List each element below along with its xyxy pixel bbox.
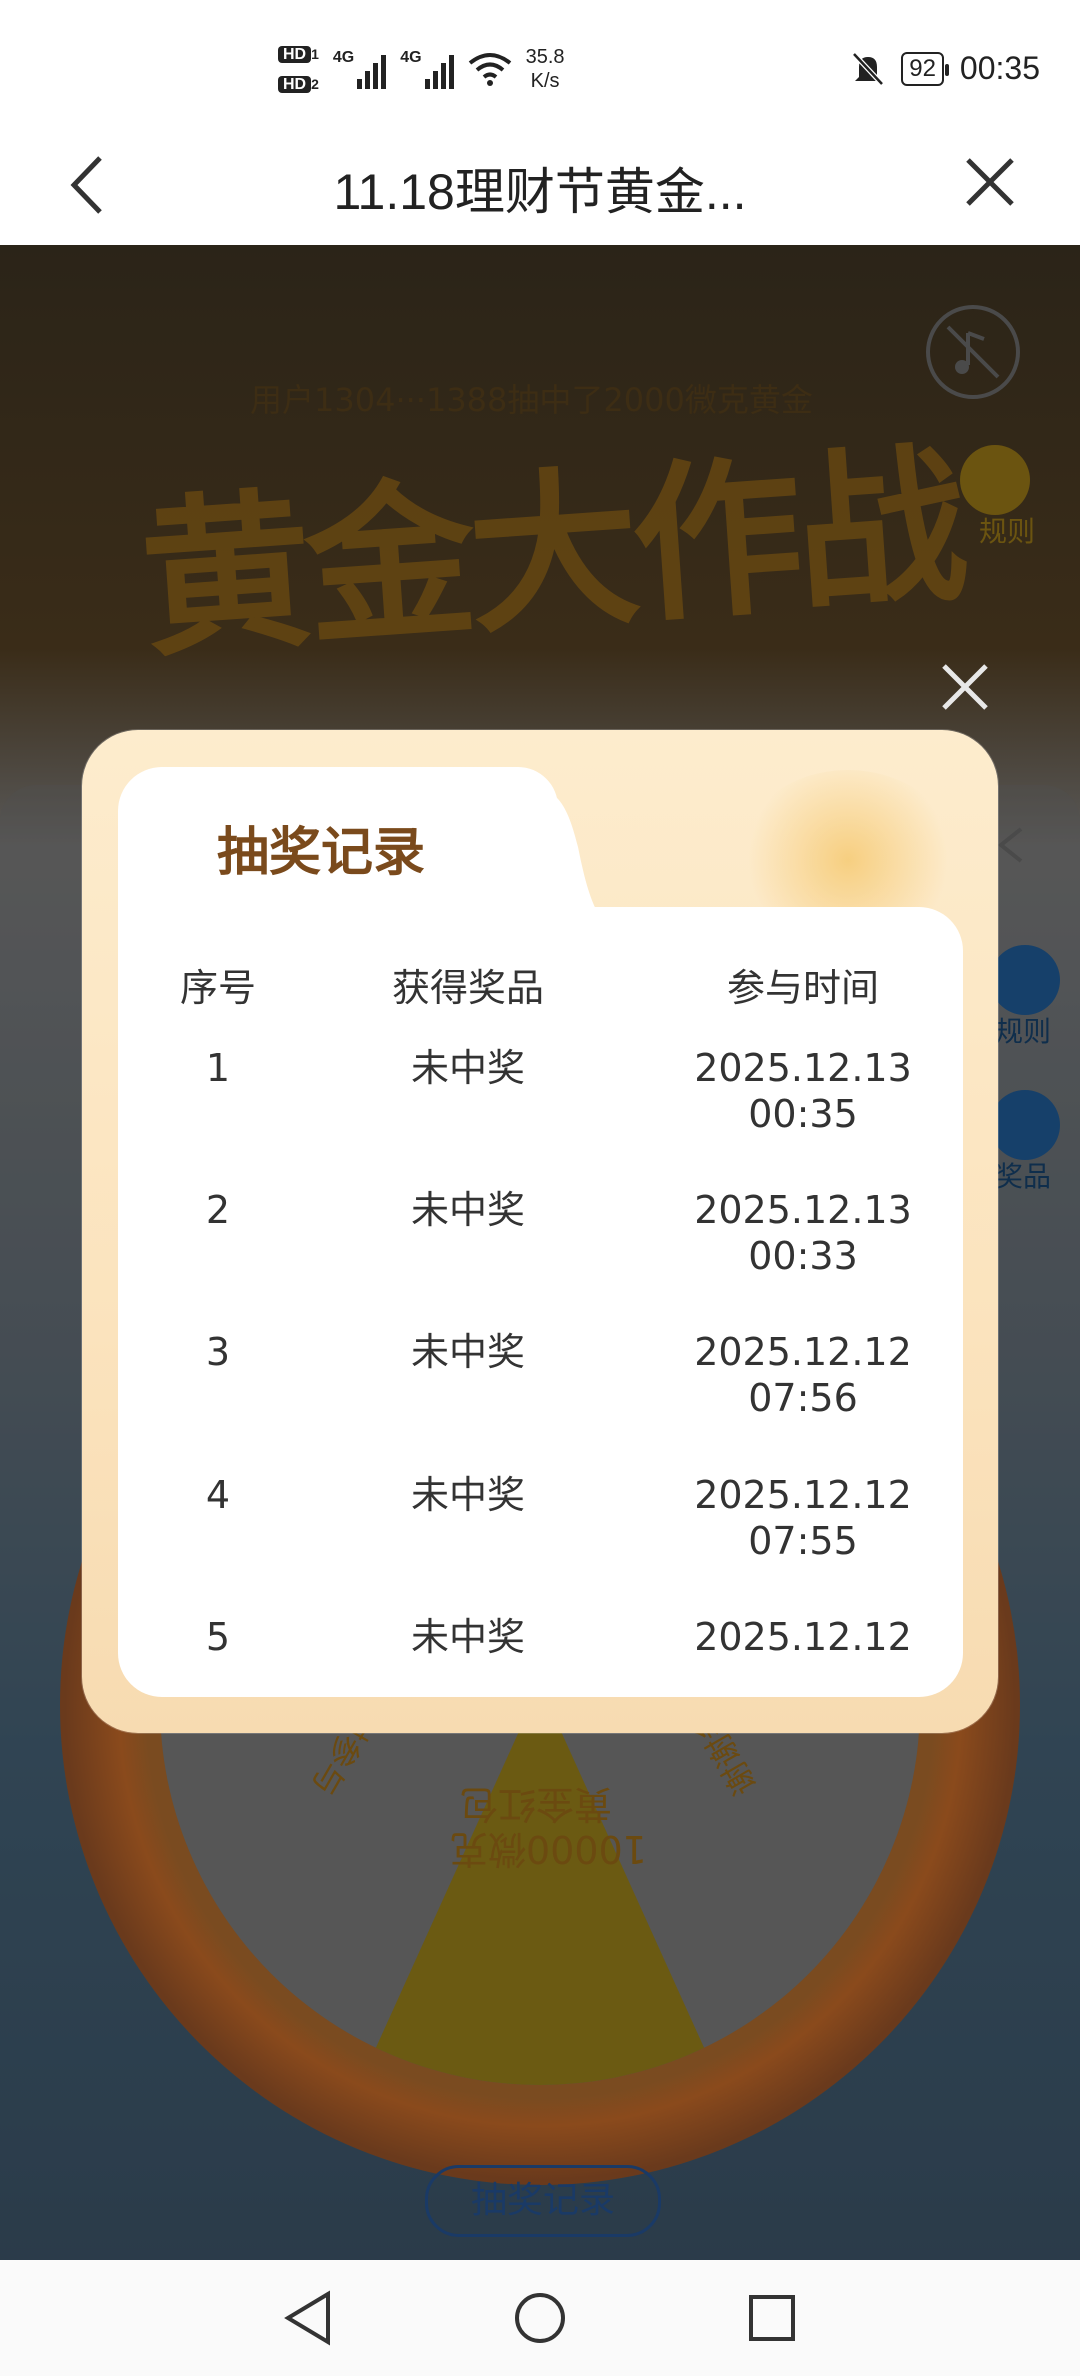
row-index: 2 xyxy=(205,1188,231,1232)
network-speed: 35.8 K/s xyxy=(526,45,565,93)
hd-indicators: HD 1 HD 2 xyxy=(278,42,319,96)
header-time: 参与时间 xyxy=(726,966,879,1010)
status-right: 92 00:35 xyxy=(851,50,1040,87)
hd-badge: HD xyxy=(278,46,312,63)
record-table: 序号 获得奖品 参与时间 1 未中奖 2025.12.13 00:35 2 未中… xyxy=(118,907,963,1697)
gift-icon[interactable] xyxy=(990,1090,1060,1160)
row-index: 1 xyxy=(205,1046,231,1090)
row-prize: 未中奖 xyxy=(410,1046,525,1090)
row-index: 3 xyxy=(205,1330,231,1374)
page-title: 11.18理财节黄金... xyxy=(333,164,747,220)
wheel-wedge-gold xyxy=(350,1685,730,2085)
signal-1-icon: 4G xyxy=(332,49,387,89)
clock: 00:35 xyxy=(959,50,1040,86)
row-index: 5 xyxy=(205,1615,231,1659)
dialog-title: 抽奖记录 xyxy=(217,823,426,883)
status-bar: HD 1 HD 2 4G 4G 35.8 K/s 92 00:35 xyxy=(0,0,1080,130)
close-icon[interactable] xyxy=(960,152,1020,212)
wheel-prize-line2: 黄金红包 xyxy=(460,1782,613,1826)
bell-off-icon xyxy=(852,51,885,86)
row-date: 2025.12.13 xyxy=(694,1188,912,1232)
speed-value: 35.8 xyxy=(525,46,565,68)
row-prize: 未中奖 xyxy=(410,1473,525,1517)
rules-label: 规则 xyxy=(978,515,1035,548)
close-icon[interactable] xyxy=(938,660,992,714)
sim-1-label: 1 xyxy=(311,46,319,62)
row-prize: 未中奖 xyxy=(410,1188,525,1232)
sim-2-label: 2 xyxy=(311,76,319,92)
side-prize-label: 奖品 xyxy=(995,1160,1052,1193)
square-recent-icon[interactable] xyxy=(744,2288,800,2348)
row-index: 4 xyxy=(205,1473,231,1517)
side-rules-label: 规则 xyxy=(995,1015,1052,1048)
music-off-icon[interactable] xyxy=(926,305,1020,399)
row-time: 00:35 xyxy=(748,1092,858,1136)
row-date: 2025.12.12 xyxy=(694,1615,912,1659)
row-prize: 未中奖 xyxy=(410,1330,525,1374)
row-time: 07:56 xyxy=(748,1376,858,1420)
webview-navbar: 11.18理财节黄金... xyxy=(0,130,1080,245)
battery-icon: 92 xyxy=(901,51,949,86)
history-button[interactable]: 抽奖记录 xyxy=(425,2165,661,2237)
hd-1: HD 1 xyxy=(278,42,319,66)
network-type: 4G xyxy=(332,49,355,66)
wifi-icon xyxy=(468,53,511,86)
header-index: 序号 xyxy=(179,966,256,1010)
rules-badge-icon[interactable] xyxy=(960,445,1030,515)
lottery-record-dialog: 抽奖记录 序号 获得奖品 参与时间 1 未中奖 2025.12.13 00:35… xyxy=(82,730,998,1733)
triangle-back-icon[interactable] xyxy=(280,2288,336,2348)
row-prize: 未中奖 xyxy=(410,1615,525,1659)
row-time: 07:55 xyxy=(748,1519,858,1563)
row-date: 2025.12.12 xyxy=(694,1473,912,1517)
header-prize: 获得奖品 xyxy=(391,966,544,1010)
network-type: 4G xyxy=(400,49,422,66)
status-indicators: HD 1 HD 2 4G 4G 35.8 K/s xyxy=(278,42,565,96)
row-date: 2025.12.12 xyxy=(694,1330,912,1374)
signal-2-icon: 4G xyxy=(400,49,454,89)
chevron-left-icon[interactable] xyxy=(995,825,1025,865)
hero-title: 黄金大作战 xyxy=(135,426,968,682)
row-time: 00:33 xyxy=(748,1234,858,1278)
hd-2: HD 2 xyxy=(278,72,319,96)
row-date: 2025.12.13 xyxy=(694,1046,912,1090)
circle-home-icon[interactable] xyxy=(512,2288,568,2348)
speed-unit: K/s xyxy=(530,70,560,92)
system-navigation-bar xyxy=(0,2260,1080,2376)
hd-badge: HD xyxy=(278,76,312,93)
share-icon[interactable] xyxy=(990,945,1060,1015)
